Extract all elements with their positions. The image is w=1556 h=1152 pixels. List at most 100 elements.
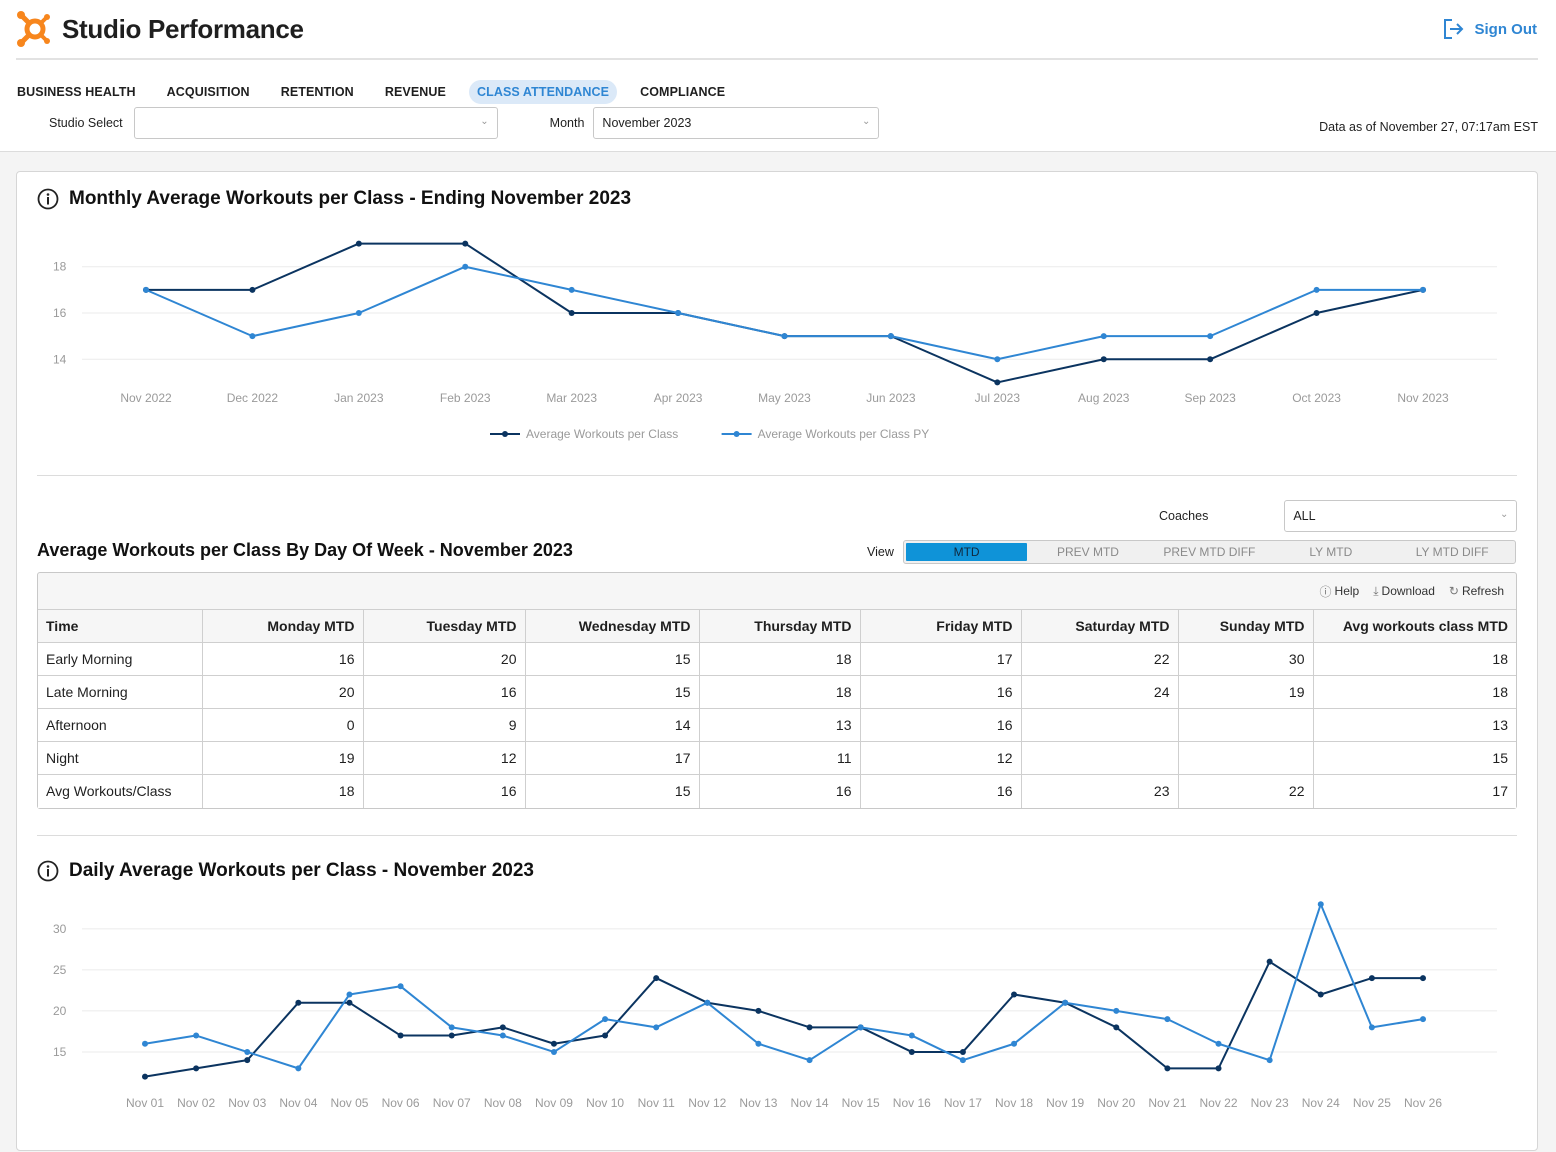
data-point[interactable] <box>499 1032 506 1039</box>
data-point[interactable] <box>1266 1057 1273 1064</box>
data-point[interactable] <box>295 1065 302 1072</box>
data-point[interactable] <box>1113 1024 1120 1031</box>
data-point[interactable] <box>1164 1016 1171 1023</box>
data-point[interactable] <box>244 1057 251 1064</box>
data-point[interactable] <box>295 999 302 1006</box>
data-point[interactable] <box>143 286 149 293</box>
tab-class-attendance[interactable]: CLASS ATTENDANCE <box>468 80 618 104</box>
data-point[interactable] <box>1207 333 1214 340</box>
data-point[interactable] <box>1164 1065 1171 1072</box>
data-point[interactable] <box>397 983 404 990</box>
data-point[interactable] <box>1368 975 1375 982</box>
tab-acquisition[interactable]: ACQUISITION <box>159 80 258 104</box>
data-point[interactable] <box>908 1048 915 1055</box>
view-option-ly-mtd[interactable]: LY MTD <box>1270 543 1391 561</box>
tab-retention[interactable]: RETENTION <box>273 80 362 104</box>
data-point[interactable] <box>355 310 362 316</box>
data-point[interactable] <box>1317 991 1324 998</box>
data-point[interactable] <box>755 1007 762 1014</box>
data-point[interactable] <box>1207 356 1214 363</box>
data-point[interactable] <box>249 286 256 293</box>
data-point[interactable] <box>244 1048 251 1055</box>
data-point[interactable] <box>1100 333 1107 340</box>
tab-business-health[interactable]: BUSINESS HEALTH <box>16 80 144 104</box>
legend-item[interactable]: Average Workouts per Class <box>490 427 678 441</box>
data-point[interactable] <box>1215 1040 1222 1047</box>
column-header[interactable]: Time <box>38 609 203 643</box>
data-point[interactable] <box>602 1032 609 1039</box>
data-point[interactable] <box>1313 286 1320 293</box>
column-header[interactable]: Sunday MTD <box>1178 609 1314 643</box>
data-point[interactable] <box>346 991 353 998</box>
data-point[interactable] <box>1100 356 1107 363</box>
column-header[interactable]: Tuesday MTD <box>363 609 526 643</box>
data-point[interactable] <box>462 240 469 247</box>
column-header[interactable]: Thursday MTD <box>699 609 861 643</box>
data-point[interactable] <box>857 1024 864 1031</box>
data-point[interactable] <box>959 1048 966 1055</box>
data-point[interactable] <box>675 310 682 316</box>
data-point[interactable] <box>550 1040 557 1047</box>
data-point[interactable] <box>653 975 660 982</box>
studio-select[interactable]: ⌄ <box>133 107 498 139</box>
view-option-prev-mtd[interactable]: PREV MTD <box>1027 543 1148 561</box>
legend-item[interactable]: Average Workouts per Class PY <box>721 427 930 441</box>
data-point[interactable] <box>704 999 711 1006</box>
data-point[interactable] <box>1420 1016 1426 1023</box>
month-select[interactable]: November 2023 ⌄ <box>593 107 880 139</box>
sign-out-button[interactable]: Sign Out <box>1443 19 1537 39</box>
data-point[interactable] <box>346 999 353 1006</box>
data-point[interactable] <box>550 1048 557 1055</box>
data-point[interactable] <box>653 1024 660 1031</box>
column-header[interactable]: Saturday MTD <box>1021 609 1179 643</box>
view-option-ly-mtd-diff[interactable]: LY MTD DIFF <box>1392 543 1513 561</box>
info-icon[interactable] <box>37 188 59 210</box>
data-point[interactable] <box>806 1024 813 1031</box>
help-button[interactable]: ⓘ Help <box>1320 583 1360 600</box>
data-point[interactable] <box>249 333 256 340</box>
refresh-button[interactable]: ↻ Refresh <box>1449 584 1504 598</box>
data-point[interactable] <box>1420 975 1426 982</box>
data-point[interactable] <box>959 1057 966 1064</box>
data-point[interactable] <box>1266 958 1273 965</box>
data-point[interactable] <box>142 1073 148 1080</box>
data-point[interactable] <box>1011 991 1018 998</box>
tab-revenue[interactable]: REVENUE <box>377 80 454 104</box>
data-point[interactable] <box>397 1032 404 1039</box>
data-point[interactable] <box>1313 310 1320 316</box>
data-point[interactable] <box>355 240 362 247</box>
column-header[interactable]: Avg workouts class MTD <box>1313 609 1516 643</box>
data-point[interactable] <box>806 1057 813 1064</box>
tab-compliance[interactable]: COMPLIANCE <box>632 80 733 104</box>
data-point[interactable] <box>193 1032 200 1039</box>
data-point[interactable] <box>994 356 1001 363</box>
data-point[interactable] <box>602 1016 609 1023</box>
column-header[interactable]: Wednesday MTD <box>525 609 700 643</box>
data-point[interactable] <box>1113 1007 1120 1014</box>
data-point[interactable] <box>755 1040 762 1047</box>
coaches-select[interactable]: ALL ⌄ <box>1284 500 1518 532</box>
data-point[interactable] <box>908 1032 915 1039</box>
data-point[interactable] <box>568 286 575 293</box>
data-point[interactable] <box>1011 1040 1018 1047</box>
data-point[interactable] <box>1368 1024 1375 1031</box>
data-point[interactable] <box>462 263 469 270</box>
column-header[interactable]: Friday MTD <box>860 609 1022 643</box>
data-point[interactable] <box>887 333 894 340</box>
view-option-prev-mtd-diff[interactable]: PREV MTD DIFF <box>1149 543 1270 561</box>
data-point[interactable] <box>448 1032 455 1039</box>
data-point[interactable] <box>499 1024 506 1031</box>
info-icon[interactable] <box>37 860 59 882</box>
data-point[interactable] <box>142 1040 148 1047</box>
column-header[interactable]: Monday MTD <box>202 609 364 643</box>
data-point[interactable] <box>1062 999 1069 1006</box>
data-point[interactable] <box>1215 1065 1222 1072</box>
data-point[interactable] <box>448 1024 455 1031</box>
view-option-mtd[interactable]: MTD <box>905 543 1028 561</box>
data-point[interactable] <box>1317 901 1324 908</box>
data-point[interactable] <box>193 1065 200 1072</box>
data-point[interactable] <box>568 310 575 316</box>
data-point[interactable] <box>1420 286 1426 293</box>
download-button[interactable]: ⤓ Download <box>1373 584 1435 599</box>
data-point[interactable] <box>994 379 1001 386</box>
